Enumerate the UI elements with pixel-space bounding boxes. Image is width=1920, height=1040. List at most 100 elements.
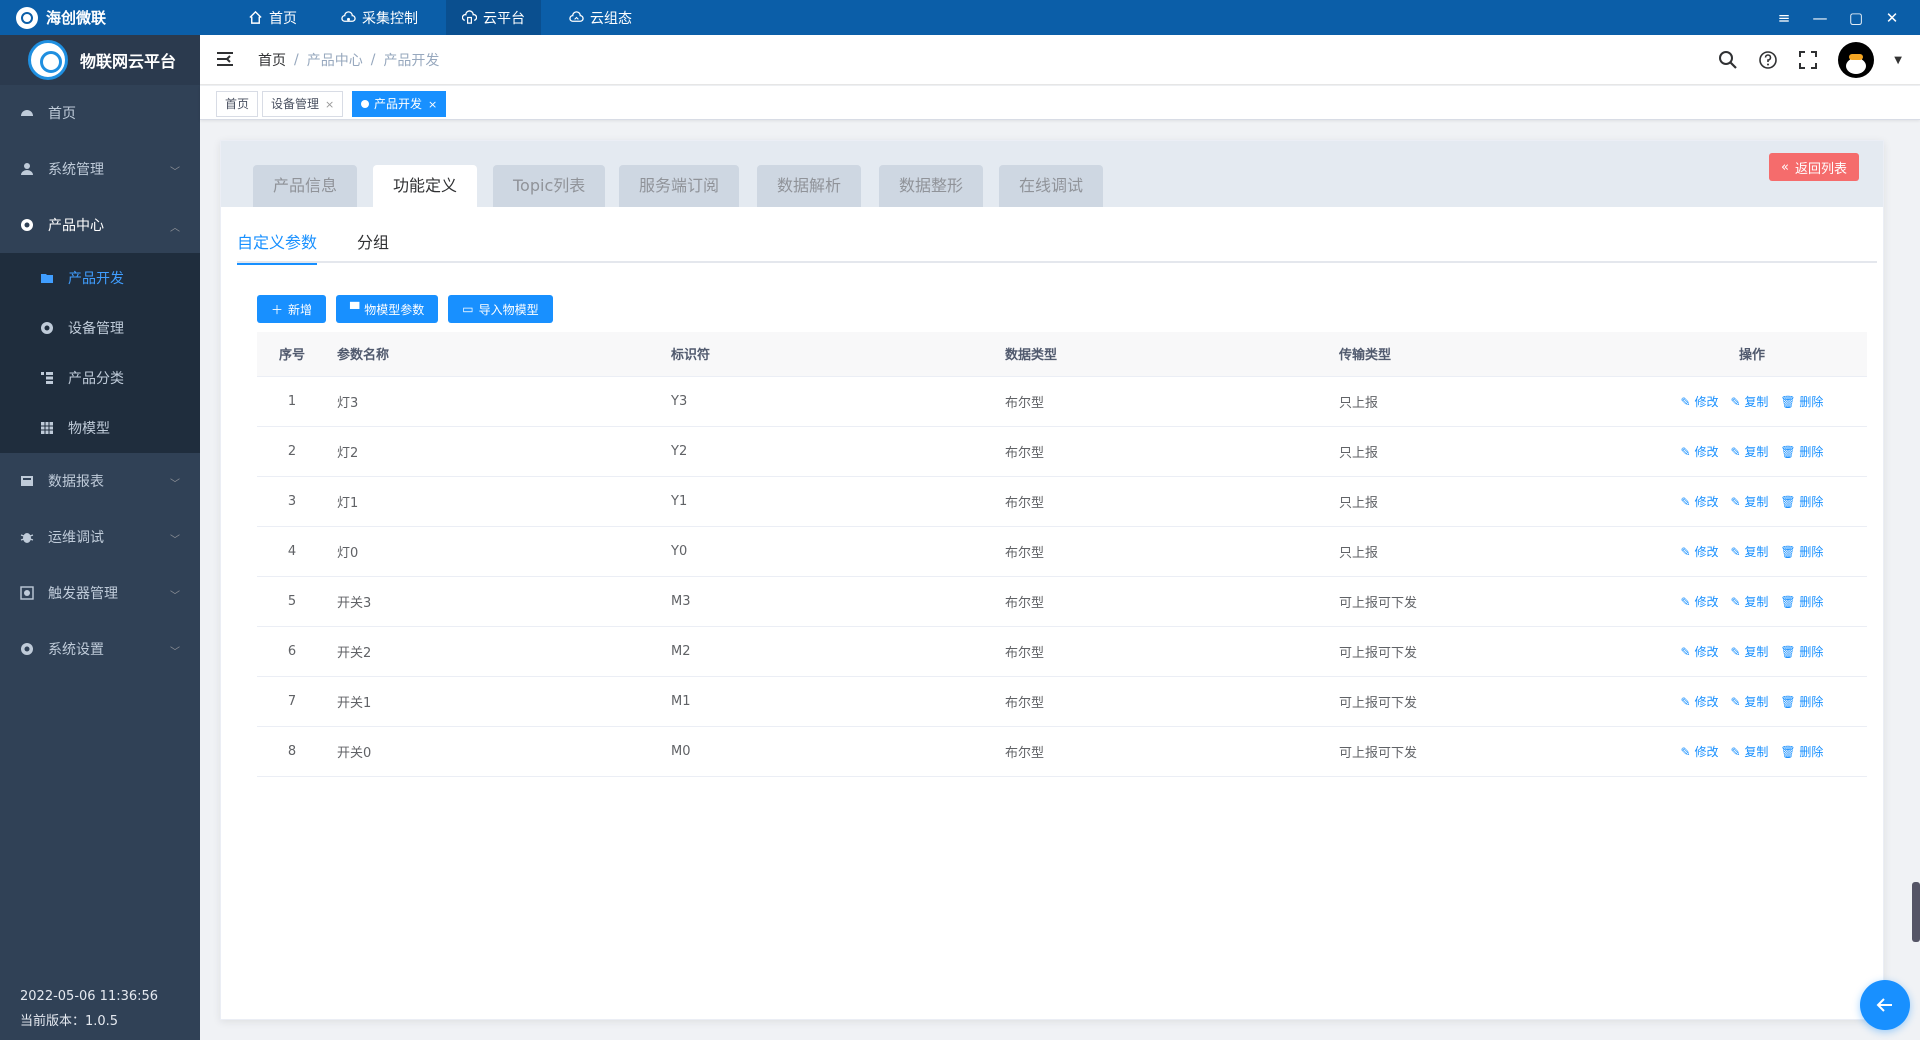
platform-logo-icon (28, 40, 68, 80)
hamburger-icon[interactable] (216, 50, 234, 68)
back-to-list-button[interactable]: « 返回列表 (1769, 153, 1859, 181)
tab-product-info[interactable]: 产品信息 (253, 165, 358, 207)
help-icon[interactable] (1758, 50, 1778, 70)
table-row: 8 开关0 M0 布尔型 可上报可下发 ✎ 修改 ✎ 复制 🗑 删除 (257, 726, 1867, 777)
product-dev-card: 产品信息 功能定义 Topic列表 服务端订阅 数据解析 数据整形 在线调试 «… (220, 140, 1884, 1020)
copy-label: 复制 (1744, 494, 1769, 509)
cell-operations: ✎ 修改 ✎ 复制 🗑 删除 (1637, 626, 1867, 677)
copy-label: 复制 (1744, 444, 1769, 459)
tag-home[interactable]: 首页 (216, 91, 259, 117)
chevron-down-icon: ﹀ (170, 535, 180, 546)
sidebar-item-system-settings[interactable]: 系统设置 ﹀ (0, 621, 200, 677)
delete-button[interactable]: 🗑 删除 (1780, 395, 1823, 409)
fullscreen-icon[interactable] (1798, 50, 1818, 70)
subtab-custom-params[interactable]: 自定义参数 (237, 229, 318, 265)
topnav-home[interactable]: 首页 (232, 0, 313, 35)
app-version: 当前版本：1.0.5 (20, 1014, 119, 1029)
edit-button[interactable]: ✎ 修改 (1681, 745, 1719, 759)
sidebar-item-label: 设备管理 (68, 321, 124, 337)
menu-icon[interactable]: ≡ (1766, 0, 1802, 35)
sidebar-item-trigger-management[interactable]: 触发器管理 ﹀ (0, 565, 200, 621)
cell-index: 3 (257, 476, 327, 527)
delete-button[interactable]: 🗑 删除 (1780, 595, 1823, 609)
copy-button[interactable]: ✎ 复制 (1730, 545, 1768, 559)
edit-button[interactable]: ✎ 修改 (1681, 695, 1719, 709)
import-model-button[interactable]: ▭ 导入物模型 (448, 295, 553, 323)
col-data-type: 数据类型 (995, 332, 1329, 377)
edit-button[interactable]: ✎ 修改 (1681, 395, 1719, 409)
cell-data-type: 布尔型 (995, 476, 1329, 527)
avatar[interactable] (1838, 42, 1875, 78)
sidebar-item-ops-debug[interactable]: 运维调试 ﹀ (0, 509, 200, 565)
list-icon (41, 372, 53, 384)
dashboard-icon (21, 110, 33, 116)
add-button[interactable]: ＋ 新增 (257, 295, 327, 323)
delete-button[interactable]: 🗑 删除 (1780, 445, 1823, 459)
sidebar-item-thing-model[interactable]: 物模型 (0, 403, 200, 453)
copy-button[interactable]: ✎ 复制 (1730, 645, 1768, 659)
copy-button[interactable]: ✎ 复制 (1730, 445, 1768, 459)
close-icon[interactable]: × (428, 98, 437, 111)
sidebar-item-system-management[interactable]: 系统管理 ﹀ (0, 141, 200, 197)
cell-identifier: M1 (661, 676, 995, 727)
breadcrumb-home[interactable]: 首页 (258, 50, 286, 70)
caret-down-icon[interactable]: ▼ (1894, 55, 1902, 66)
tab-data-parsing[interactable]: 数据解析 (757, 165, 862, 207)
copy-icon: ✎ (1730, 594, 1741, 609)
edit-label: 修改 (1694, 394, 1719, 409)
delete-button[interactable]: 🗑 删除 (1780, 645, 1823, 659)
sidebar-item-home[interactable]: 首页 (0, 85, 200, 141)
sidebar-item-data-report[interactable]: 数据报表 ﹀ (0, 453, 200, 509)
tab-online-debug[interactable]: 在线调试 (999, 165, 1104, 207)
sidebar-item-label: 运维调试 (48, 530, 104, 546)
edit-button[interactable]: ✎ 修改 (1681, 495, 1719, 509)
edit-button[interactable]: ✎ 修改 (1681, 595, 1719, 609)
sidebar-item-product-dev[interactable]: 产品开发 (0, 253, 200, 303)
tag-label: 设备管理 (271, 97, 320, 111)
cell-index: 6 (257, 626, 327, 677)
sidebar-item-product-category[interactable]: 产品分类 (0, 353, 200, 403)
tag-product-dev[interactable]: 产品开发 × (352, 91, 447, 117)
maximize-icon[interactable]: ▢ (1838, 0, 1874, 35)
cell-operations: ✎ 修改 ✎ 复制 🗑 删除 (1637, 676, 1867, 727)
copy-button[interactable]: ✎ 复制 (1730, 745, 1768, 759)
sidebar-item-product-center[interactable]: 产品中心 ︿ (0, 197, 200, 253)
sub-tabs: 自定义参数 分组 (237, 229, 1877, 265)
delete-label: 删除 (1799, 494, 1824, 509)
edit-button[interactable]: ✎ 修改 (1681, 645, 1719, 659)
copy-button[interactable]: ✎ 复制 (1730, 695, 1768, 709)
minimize-icon[interactable]: — (1802, 0, 1838, 35)
chevron-down-icon: ﹀ (170, 479, 180, 490)
topnav-cloud-platform[interactable]: 云平台 (446, 0, 541, 35)
delete-button[interactable]: 🗑 删除 (1780, 545, 1823, 559)
tag-device-management[interactable]: 设备管理 × (262, 91, 344, 117)
tab-data-shaping[interactable]: 数据整形 (879, 165, 984, 207)
sidebar: 物联网云平台 首页 系统管理 ﹀ 产品中心 ︿ 产品开发 设备管理 产品分类 物… (0, 35, 200, 1040)
close-icon[interactable]: × (325, 98, 334, 111)
tab-topic-list[interactable]: Topic列表 (493, 165, 606, 207)
tab-server-subscription[interactable]: 服务端订阅 (619, 165, 740, 207)
delete-button[interactable]: 🗑 删除 (1780, 695, 1823, 709)
topnav-collect-control[interactable]: 采集控制 (325, 0, 434, 35)
side-scroll-handle[interactable] (1912, 882, 1920, 942)
delete-label: 删除 (1799, 744, 1824, 759)
cell-transfer-type: 可上报可下发 (1329, 626, 1637, 677)
delete-button[interactable]: 🗑 删除 (1780, 745, 1823, 759)
add-label: 新增 (288, 302, 313, 317)
subtab-group[interactable]: 分组 (357, 229, 389, 263)
topnav-cloud-scada[interactable]: 云组态 (553, 0, 648, 35)
copy-button[interactable]: ✎ 复制 (1730, 595, 1768, 609)
copy-button[interactable]: ✎ 复制 (1730, 495, 1768, 509)
sidebar-item-label: 系统设置 (48, 642, 104, 658)
delete-button[interactable]: 🗑 删除 (1780, 495, 1823, 509)
copy-button[interactable]: ✎ 复制 (1730, 395, 1768, 409)
sidebar-item-device-management[interactable]: 设备管理 (0, 303, 200, 353)
edit-button[interactable]: ✎ 修改 (1681, 445, 1719, 459)
model-params-button[interactable]: ▀ 物模型参数 (336, 295, 439, 323)
edit-button[interactable]: ✎ 修改 (1681, 545, 1719, 559)
close-icon[interactable]: ✕ (1874, 0, 1910, 35)
tab-function-definition[interactable]: 功能定义 (373, 165, 478, 207)
delete-label: 删除 (1799, 694, 1824, 709)
back-float-button[interactable] (1860, 980, 1910, 1030)
search-icon[interactable] (1718, 50, 1738, 70)
